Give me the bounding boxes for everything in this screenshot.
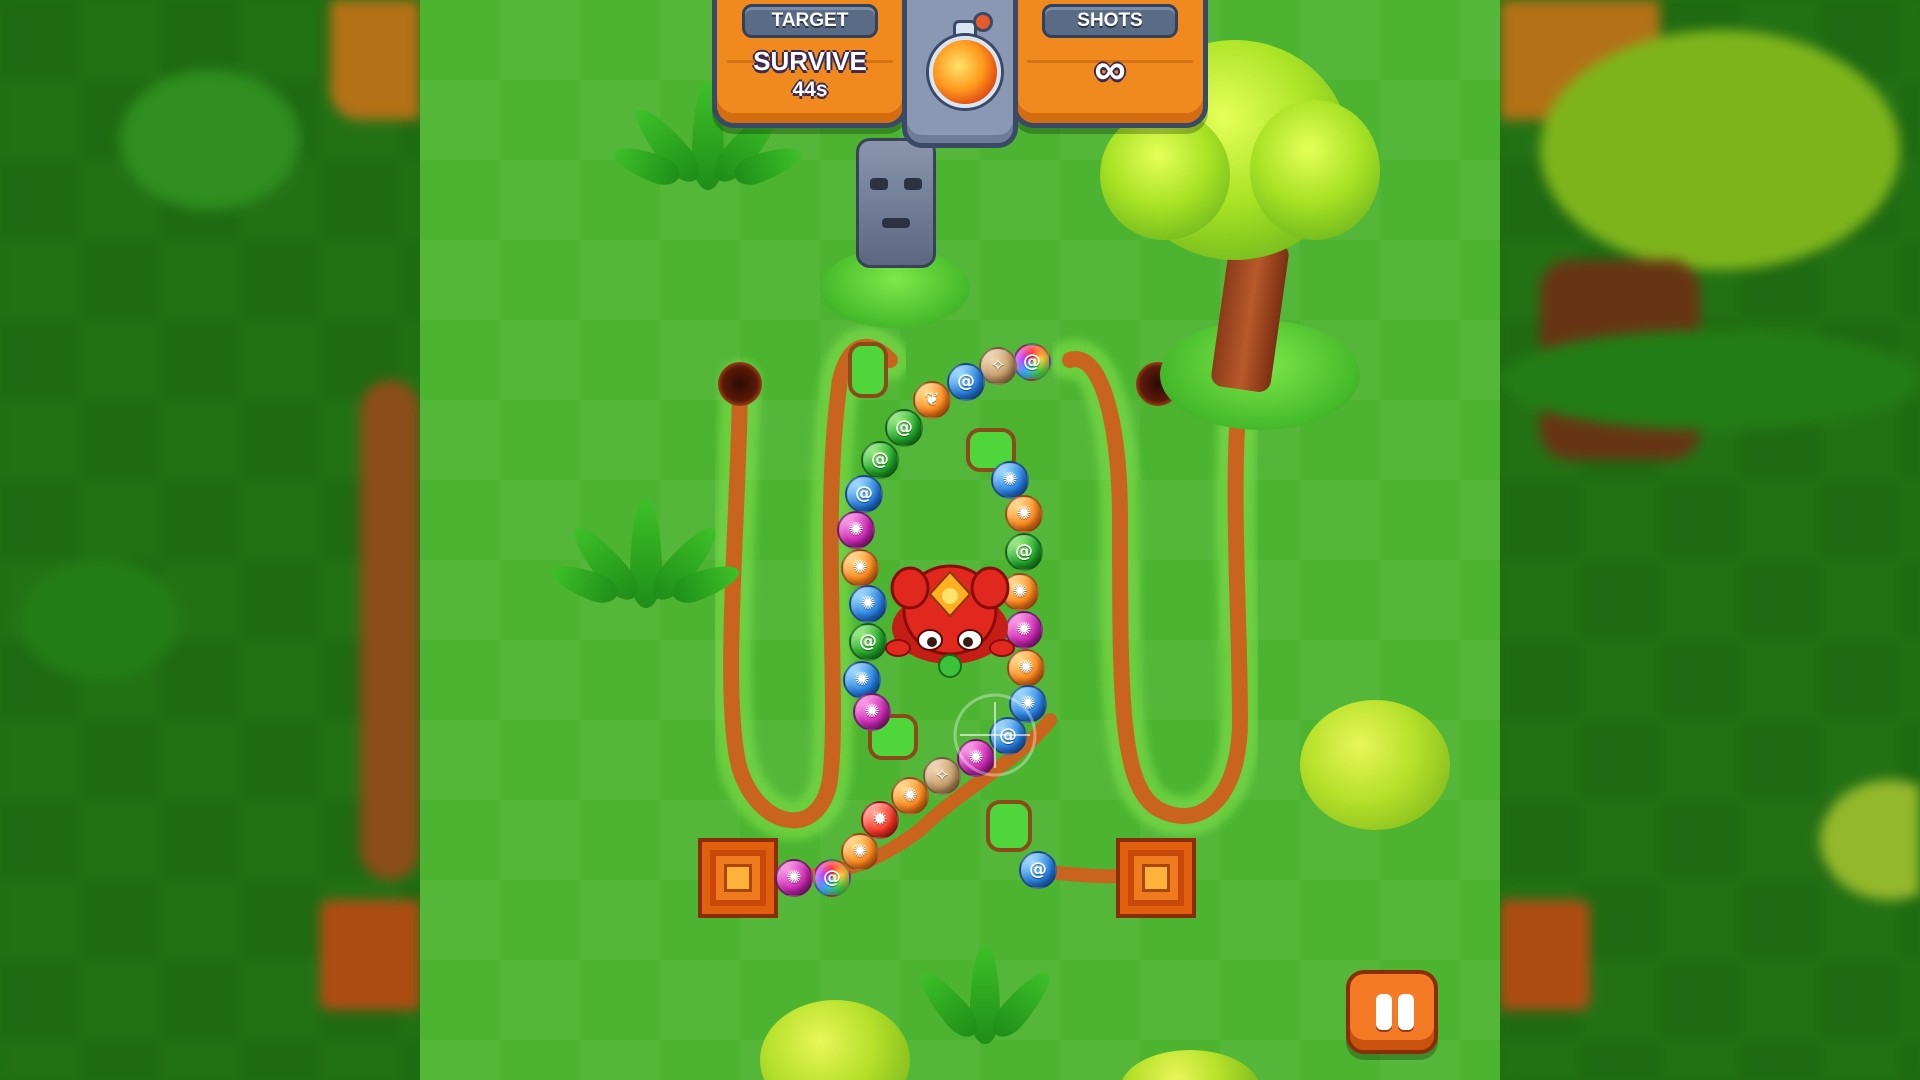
marble-orange: ✺ xyxy=(841,549,879,587)
marble-orange: ❦ xyxy=(913,381,951,419)
marble-rainbow: @ xyxy=(1013,343,1051,381)
marble-magenta: ✺ xyxy=(837,511,875,549)
marble-blue: ✺ xyxy=(991,461,1029,499)
marble-magenta: ✺ xyxy=(853,693,891,731)
path-stone xyxy=(986,800,1032,852)
track-end-hole-left xyxy=(718,362,762,406)
marble-blue: @ xyxy=(845,475,883,513)
stone-idol-statue xyxy=(820,138,970,328)
marble-orange: ✺ xyxy=(891,777,929,815)
fern-plant xyxy=(911,944,1059,1054)
left-blurred-background xyxy=(0,0,420,1080)
frog-shooter[interactable] xyxy=(880,548,1020,678)
path-stone xyxy=(848,342,888,398)
marble-magenta: ✺ xyxy=(775,859,813,897)
marble-orange: ✺ xyxy=(1005,495,1043,533)
game-board[interactable]: @ ✧ @ ❦ @ @ @ ✺ ✺ ✺ @ ✺ ✺ ✺ ✺ @ ✺ ✺ ✺ ✺ @ ✺ ✧ ✺ ✹ ✺ @ ✺ @ xyxy=(420,0,1500,1080)
marble-blue: @ xyxy=(1019,851,1057,889)
target-label: TARGET xyxy=(742,4,878,38)
target-timer: 44s xyxy=(792,78,828,101)
target-goal: SURVIVE xyxy=(753,46,867,76)
hud: TARGET SURVIVE 44s SHOTS ∞ xyxy=(712,0,1208,148)
pause-button[interactable] xyxy=(1346,970,1438,1054)
fern-plant xyxy=(546,498,744,618)
fire-potion-icon[interactable] xyxy=(929,36,1001,108)
aim-reticle xyxy=(953,693,1037,777)
shots-panel: SHOTS ∞ xyxy=(1012,0,1208,128)
shots-label: SHOTS xyxy=(1042,4,1178,38)
target-panel: TARGET SURVIVE 44s xyxy=(712,0,908,128)
marble-green: @ xyxy=(861,441,899,479)
bush xyxy=(1300,700,1450,830)
right-blurred-background xyxy=(1500,0,1920,1080)
game-screen: @ ✧ @ ❦ @ @ @ ✺ ✺ ✺ @ ✺ ✺ ✺ ✺ @ ✺ ✺ ✺ ✺ @ ✺ ✧ ✺ ✹ ✺ @ ✺ @ xyxy=(0,0,1920,1080)
power-up-slot[interactable] xyxy=(902,0,1018,148)
shots-count: ∞ xyxy=(1094,45,1126,94)
marble-blue: @ xyxy=(947,363,985,401)
marble-rainbow: @ xyxy=(813,859,851,897)
marble-green: @ xyxy=(885,409,923,447)
pause-icon xyxy=(1376,994,1392,1030)
spawn-crate-right xyxy=(1116,838,1196,918)
spawn-crate-left xyxy=(698,838,778,918)
